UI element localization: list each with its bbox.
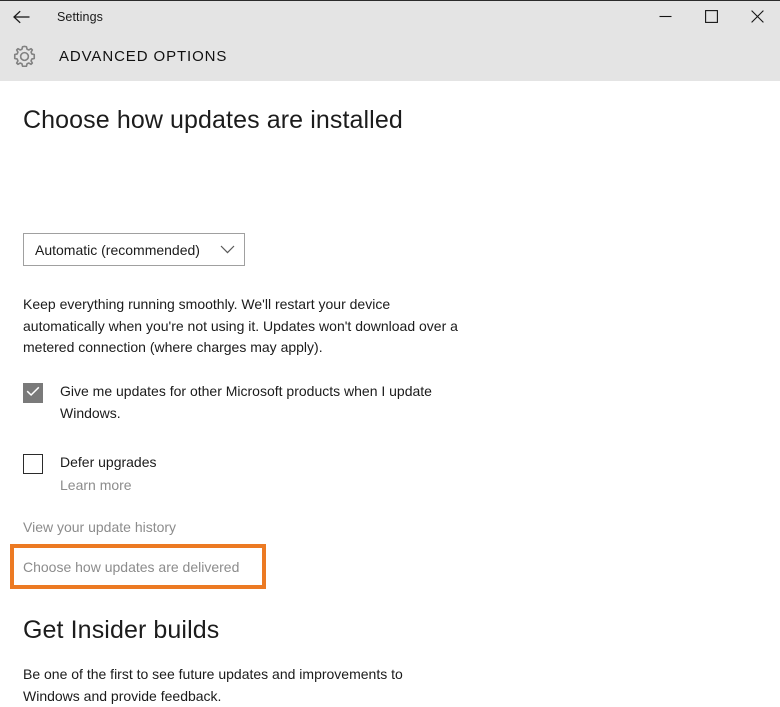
back-button[interactable] — [0, 1, 44, 32]
window-title: Settings — [57, 9, 103, 24]
maximize-icon — [704, 10, 718, 23]
minimize-icon — [659, 11, 672, 22]
checkmark-icon — [26, 384, 40, 402]
checkbox-microsoft-products[interactable] — [23, 383, 43, 403]
gear-icon — [0, 43, 48, 70]
caption-button-group — [642, 1, 780, 32]
install-mode-selected-value: Automatic (recommended) — [35, 241, 200, 258]
insider-section-heading: Get Insider builds — [23, 616, 220, 644]
minimize-button[interactable] — [642, 1, 688, 32]
close-icon — [750, 10, 764, 23]
back-arrow-icon — [12, 10, 32, 24]
checkbox-row-defer-upgrades[interactable]: Defer upgrades Learn more — [23, 452, 323, 496]
page-title: ADVANCED OPTIONS — [59, 48, 228, 65]
window-titlebar: Settings — [0, 1, 780, 32]
checkbox-row-microsoft-products[interactable]: Give me updates for other Microsoft prod… — [23, 381, 483, 424]
chevron-down-icon — [220, 245, 235, 254]
updates-section-heading: Choose how updates are installed — [23, 106, 403, 134]
link-view-update-history[interactable]: View your update history — [23, 519, 176, 535]
insider-description-text: Be one of the first to see future update… — [23, 666, 403, 704]
checkbox-label-defer-upgrades: Defer upgrades — [60, 454, 157, 470]
checkbox-label-microsoft-products: Give me updates for other Microsoft prod… — [60, 383, 432, 421]
maximize-button[interactable] — [688, 1, 734, 32]
page-header: ADVANCED OPTIONS — [0, 32, 780, 81]
close-button[interactable] — [734, 1, 780, 32]
settings-content: Choose how updates are installed Automat… — [0, 81, 780, 704]
learn-more-link[interactable]: Learn more — [60, 474, 157, 496]
link-choose-how-updates-are-delivered[interactable]: Choose how updates are delivered — [23, 559, 239, 575]
updates-description-text: Keep everything running smoothly. We'll … — [23, 296, 458, 355]
install-mode-dropdown[interactable]: Automatic (recommended) — [23, 233, 245, 266]
checkbox-defer-upgrades[interactable] — [23, 454, 43, 474]
defer-upgrades-label-block: Defer upgrades Learn more — [60, 452, 157, 496]
settings-window: Settings ADVANCED OPTIONS Choose how upd… — [0, 0, 780, 704]
